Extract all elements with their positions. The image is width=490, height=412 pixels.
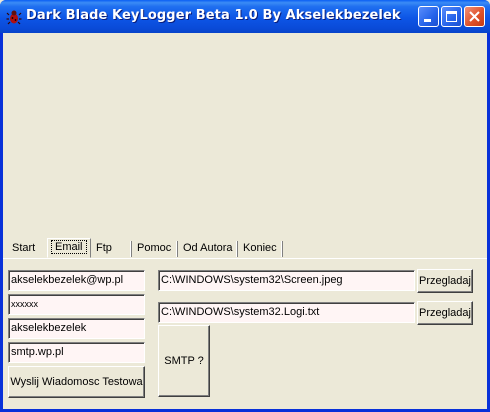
tab-start[interactable]: Start (9, 240, 38, 258)
tab-pomoc[interactable]: Pomoc (134, 240, 178, 258)
tab-strip: Start Email Ftp Pomoc Od Autora Koniec (3, 238, 487, 258)
tab-od-autora[interactable]: Od Autora (180, 240, 238, 258)
close-icon (469, 11, 480, 22)
smtp-server-field[interactable]: smtp.wp.pl (8, 342, 145, 363)
tab-ftp[interactable]: Ftp (93, 240, 132, 258)
app-window: Dark Blade KeyLogger Beta 1.0 By Akselek… (0, 0, 490, 412)
browse-log-button[interactable]: Przegladaj (417, 301, 473, 325)
close-button[interactable] (464, 6, 485, 27)
log-path-field[interactable]: C:\WINDOWS\system32.Logi.txt (158, 302, 415, 323)
title-bar[interactable]: Dark Blade KeyLogger Beta 1.0 By Akselek… (0, 0, 490, 33)
tab-panel-border (3, 258, 487, 259)
tab-label: Email (51, 240, 87, 254)
maximize-icon (446, 11, 457, 22)
tab-label: Koniec (243, 242, 277, 254)
password-field[interactable]: xxxxxx (8, 294, 145, 315)
browse-screenshot-button[interactable]: Przegladaj (417, 269, 473, 293)
tab-label: Od Autora (183, 242, 233, 254)
maximize-button[interactable] (441, 6, 462, 27)
minimize-icon (424, 19, 431, 22)
smtp-help-button[interactable]: SMTP ? (158, 325, 210, 397)
window-title: Dark Blade KeyLogger Beta 1.0 By Akselek… (26, 8, 401, 23)
username-field[interactable]: akselekbezelek (8, 318, 145, 339)
tab-email[interactable]: Email (47, 238, 91, 258)
client-area: Start Email Ftp Pomoc Od Autora Koniec a… (3, 33, 487, 409)
tab-label: Pomoc (137, 242, 172, 254)
minimize-button[interactable] (418, 6, 439, 27)
tab-label: Start (12, 242, 36, 254)
tab-koniec[interactable]: Koniec (240, 240, 283, 258)
tab-label: Ftp (96, 242, 112, 254)
screenshot-path-field[interactable]: C:\WINDOWS\system32\Screen.jpeg (158, 270, 415, 291)
send-test-button[interactable]: Wyslij Wiadomosc Testowa (8, 366, 145, 398)
email-field[interactable]: akselekbezelek@wp.pl (8, 270, 145, 291)
bug-icon (6, 10, 22, 25)
